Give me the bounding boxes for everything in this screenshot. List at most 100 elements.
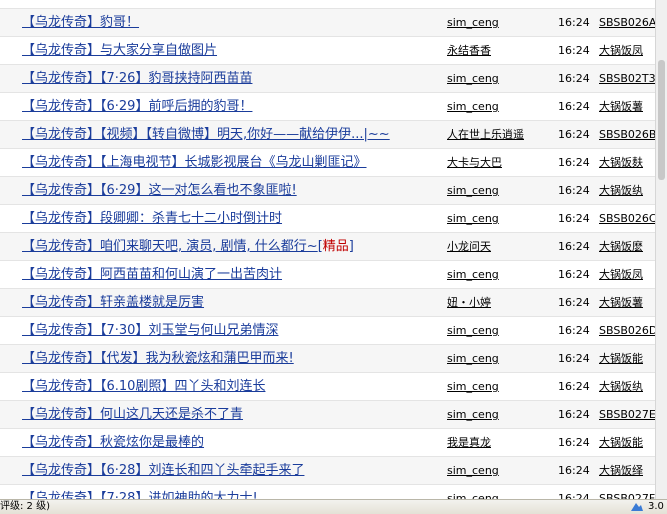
author-link[interactable]: sim_ceng xyxy=(447,457,547,485)
last-reply-link[interactable]: 大锅饭纨 xyxy=(599,373,655,401)
last-reply-link[interactable]: SBSB026C xyxy=(599,205,655,233)
topic-title-link[interactable]: 【乌龙传奇】秋瓷炫你是最棒的 xyxy=(22,429,442,457)
author-link[interactable]: sim_ceng xyxy=(447,401,547,429)
last-reply-link[interactable]: 大锅饭薯 xyxy=(599,289,655,317)
status-bar: 评级: 2 级) 3.0 xyxy=(0,499,667,514)
topic-title-text: 【乌龙传奇】【视频】【转自微博】明天,你好——献给伊伊...|~~ xyxy=(22,127,390,142)
topic-row: 【乌龙传奇】【6.10剧照】四丫头和刘连长 sim_ceng 16:24 大锅饭纨 xyxy=(0,373,655,401)
author-link[interactable]: sim_ceng xyxy=(447,317,547,345)
last-reply-link[interactable]: SBSB02T3 xyxy=(599,65,655,93)
topic-row: 【乌龙传奇】【上海电视节】长城影视展台《乌龙山剿匪记》 大卡与大巴 16:24 大锅饭… xyxy=(0,149,655,177)
topic-title-text: 【乌龙传奇】【代发】我为秋瓷炫和蒲巴甲而来! xyxy=(22,351,294,366)
last-reply-link[interactable]: 大锅饭能 xyxy=(599,429,655,457)
author-link[interactable]: sim_ceng xyxy=(447,345,547,373)
post-time: 16:24 xyxy=(558,240,590,253)
post-time: 16:24 xyxy=(558,296,590,309)
topic-row: 【乌龙传奇】【6·28】刘连长和四丫头牵起手来了 sim_ceng 16:24 大锅饭… xyxy=(0,457,655,485)
author-link[interactable]: sim_ceng xyxy=(447,93,547,121)
last-reply-link[interactable]: 大锅饭凤 xyxy=(599,37,655,65)
last-reply-link[interactable]: SBSB026A xyxy=(599,9,655,37)
topic-title-text: 【乌龙传奇】段卿卿：杀青七十二小时倒计时 xyxy=(22,211,283,226)
author-link[interactable]: sim_ceng xyxy=(447,205,547,233)
topic-title-text: 【乌龙传奇】何山这几天还是杀不了青 xyxy=(22,407,244,422)
topic-title-text: 【乌龙传奇】【6·29】这一对怎么看也不象匪啦! xyxy=(22,183,297,198)
topic-title-link[interactable]: 【乌龙传奇】阿西苗苗和何山演了一出苦肉计 xyxy=(22,261,442,289)
author-link[interactable]: 大卡与大巴 xyxy=(447,149,547,177)
topic-row: 【乌龙传奇】【7·26】豹哥挟持阿西苗苗 sim_ceng 16:24 SBSB02T… xyxy=(0,65,655,93)
post-time: 16:24 xyxy=(558,436,590,449)
topic-title-text: 【乌龙传奇】【6·28】刘连长和四丫头牵起手来了 xyxy=(22,463,305,478)
author-link[interactable]: 我是真龙 xyxy=(447,429,547,457)
topic-row: 【乌龙传奇】轩亲盖楼就是厉害 妞・小婷 16:24 大锅饭薯 xyxy=(0,289,655,317)
author-link[interactable]: sim_ceng xyxy=(447,65,547,93)
post-time: 16:24 xyxy=(558,324,590,337)
topic-row: 【乌龙传奇】【6·29】这一对怎么看也不象匪啦! sim_ceng 16:24 大锅饭… xyxy=(0,177,655,205)
status-text: 评级: 2 级) xyxy=(0,501,50,512)
topic-row: 【乌龙传奇】【代发】我为秋瓷炫和蒲巴甲而来! sim_ceng 16:24 大锅饭能 xyxy=(0,345,655,373)
author-link[interactable]: 人在世上乐逍遥 xyxy=(447,121,547,149)
last-reply-link[interactable]: SBSB026B xyxy=(599,121,655,149)
post-time: 16:24 xyxy=(558,464,590,477)
post-time: 16:24 xyxy=(558,16,590,29)
last-reply-link[interactable]: 大锅饭麸 xyxy=(599,149,655,177)
topic-row: 【乌龙传奇】【视频】【转自微博】明天,你好——献给伊伊...|~~ 人在世上乐逍遥… xyxy=(0,121,655,149)
last-reply-link[interactable]: SBSB026D xyxy=(599,317,655,345)
topic-title-text: 【乌龙传奇】咱们来聊天吧, 演员, 剧情, 什么都行~ xyxy=(22,239,318,254)
post-time: 16:24 xyxy=(558,184,590,197)
topic-title-link[interactable]: 【乌龙传奇】段卿卿：杀青七十二小时倒计时 xyxy=(22,205,442,233)
author-link[interactable]: sim_ceng xyxy=(447,373,547,401)
author-link[interactable] xyxy=(447,0,547,9)
post-time: 16:24 xyxy=(558,128,590,141)
post-time: 16:24 xyxy=(558,408,590,421)
author-link[interactable]: sim_ceng xyxy=(447,261,547,289)
vertical-scrollbar[interactable] xyxy=(655,0,667,499)
topic-title-link[interactable]: 【乌龙传奇】【6·29】前呼后拥的豹哥！ xyxy=(22,93,442,121)
topic-row: 【乌龙传奇】豹哥！ sim_ceng 16:24 SBSB026A xyxy=(0,9,655,37)
topic-title-link[interactable]: 【乌龙传奇】【视频】【转自微博】明天,你好——献给伊伊...|~~ xyxy=(22,121,442,149)
topic-title-link[interactable]: 【乌龙传奇】豹哥！ xyxy=(22,9,442,37)
topic-row: 【乌龙传奇】阿西苗苗和何山演了一出苦肉计 sim_ceng 16:24 大锅饭凤 xyxy=(0,261,655,289)
topic-title-text: 【乌龙传奇】【7·26】豹哥挟持阿西苗苗 xyxy=(22,71,253,86)
topic-title-link[interactable]: 【乌龙传奇】【6·28】刘连长和四丫头牵起手来了 xyxy=(22,457,442,485)
topic-title-link[interactable]: 【乌龙传奇】何山这几天还是杀不了青 xyxy=(22,401,442,429)
last-reply-link[interactable]: 大锅饭薯 xyxy=(599,93,655,121)
author-link[interactable]: 妞・小婷 xyxy=(447,289,547,317)
topic-title-link[interactable]: 【乌龙传奇】【上海电视节】长城影视展台《乌龙山剿匪记》 xyxy=(22,149,442,177)
last-reply-link[interactable]: 大锅饭纨 xyxy=(599,177,655,205)
scrollbar-thumb[interactable] xyxy=(658,60,665,180)
author-link[interactable]: 小龙问天 xyxy=(447,233,547,261)
last-reply-link[interactable]: 大锅饭能 xyxy=(599,345,655,373)
post-time: 16:24 xyxy=(558,212,590,225)
topic-row: 【乌龙传奇】与大家分享自做图片 永结香香 16:24 大锅饭凤 xyxy=(0,37,655,65)
last-reply-link[interactable]: 大锅饭凤 xyxy=(599,261,655,289)
topic-row: 【乌龙传奇】【7·30】刘玉堂与何山兄弟情深 sim_ceng 16:24 SBSB0… xyxy=(0,317,655,345)
topic-title-link[interactable]: 【乌龙传奇】咱们来聊天吧, 演员, 剧情, 什么都行~精品 xyxy=(22,233,442,261)
post-time: 16:24 xyxy=(558,156,590,169)
topic-title-text: 【乌龙传奇】【7·30】刘玉堂与何山兄弟情深 xyxy=(22,323,279,338)
author-link[interactable]: 永结香香 xyxy=(447,37,547,65)
topic-title-link[interactable]: 【乌龙传奇】【7·26】小妖精的大冒险 xyxy=(22,0,442,9)
topic-title-text: 【乌龙传奇】秋瓷炫你是最棒的 xyxy=(22,435,205,450)
last-reply-link[interactable] xyxy=(599,0,655,9)
topic-title-text: 【乌龙传奇】【6·29】前呼后拥的豹哥！ xyxy=(22,99,253,114)
topic-title-link[interactable]: 【乌龙传奇】【7·26】豹哥挟持阿西苗苗 xyxy=(22,65,442,93)
post-time: 16:24 xyxy=(558,44,590,57)
topic-title-link[interactable]: 【乌龙传奇】轩亲盖楼就是厉害 xyxy=(22,289,442,317)
topic-title-link[interactable]: 【乌龙传奇】【7·30】刘玉堂与何山兄弟情深 xyxy=(22,317,442,345)
topic-title-link[interactable]: 【乌龙传奇】与大家分享自做图片 xyxy=(22,37,442,65)
topic-title-link[interactable]: 【乌龙传奇】【6.10剧照】四丫头和刘连长 xyxy=(22,373,442,401)
post-time: 16:24 xyxy=(558,268,590,281)
last-reply-link[interactable]: SBSB027E xyxy=(599,401,655,429)
last-reply-link[interactable]: 大锅饭麽 xyxy=(599,233,655,261)
post-time: 16:24 xyxy=(558,380,590,393)
topic-title-link[interactable]: 【乌龙传奇】【代发】我为秋瓷炫和蒲巴甲而来! xyxy=(22,345,442,373)
topic-row: 【乌龙传奇】秋瓷炫你是最棒的 我是真龙 16:24 大锅饭能 xyxy=(0,429,655,457)
topic-title-text: 【乌龙传奇】轩亲盖楼就是厉害 xyxy=(22,295,205,310)
last-reply-link[interactable]: 大锅饭绎 xyxy=(599,457,655,485)
author-link[interactable]: sim_ceng xyxy=(447,9,547,37)
post-time: 16:24 xyxy=(558,100,590,113)
topic-title-link[interactable]: 【乌龙传奇】【6·29】这一对怎么看也不象匪啦! xyxy=(22,177,442,205)
author-link[interactable]: sim_ceng xyxy=(447,177,547,205)
post-time: 16:24 xyxy=(558,352,590,365)
topic-title-text: 【乌龙传奇】与大家分享自做图片 xyxy=(22,43,218,58)
